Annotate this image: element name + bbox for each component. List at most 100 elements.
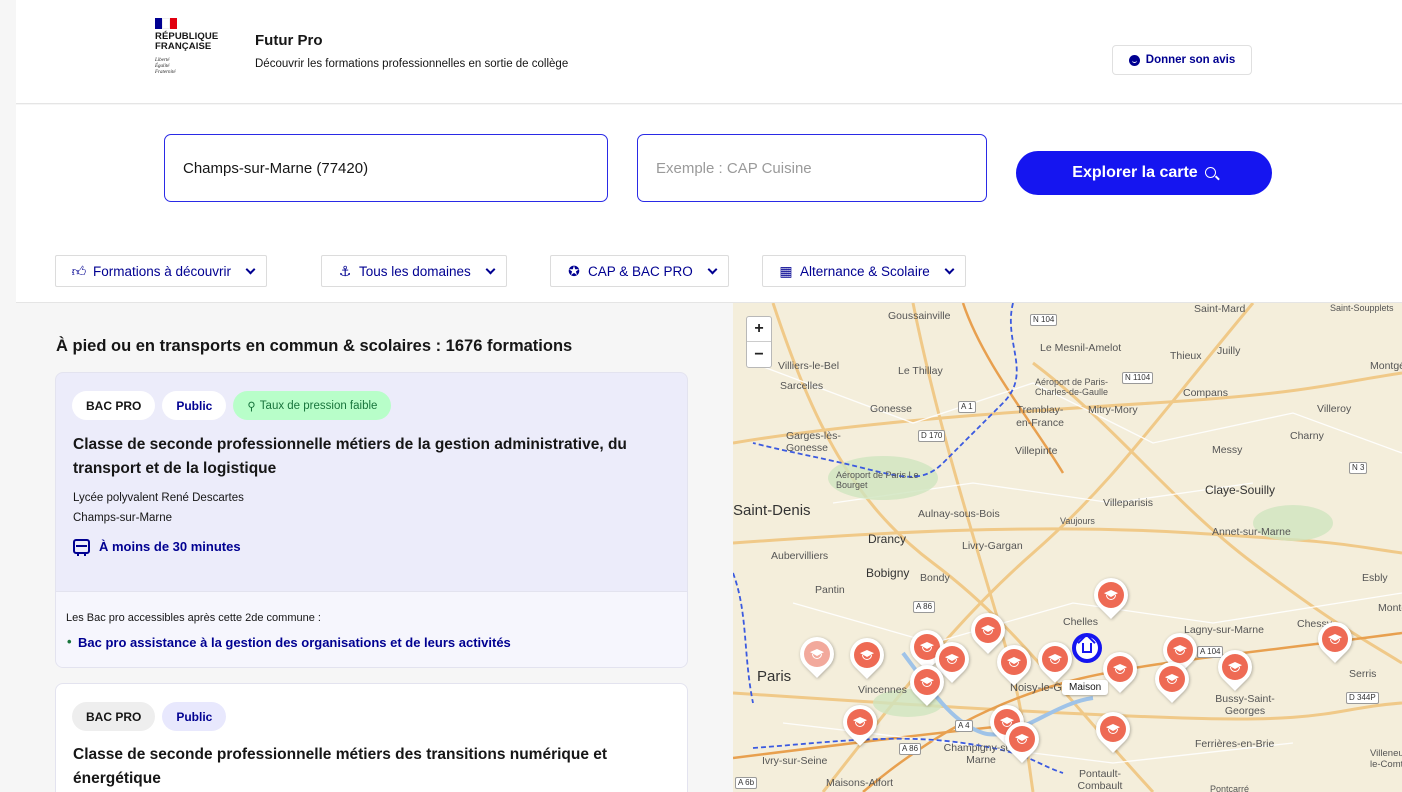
road-sign: N 3 <box>1349 462 1368 474</box>
zoom-out-button[interactable]: − <box>747 342 771 367</box>
zoom-in-button[interactable]: + <box>747 317 771 342</box>
map-place-label: Vaujours <box>1060 516 1095 526</box>
sector-tag: Public <box>162 391 227 420</box>
map-place-label: Esbly <box>1362 572 1388 584</box>
formation-map-marker[interactable] <box>1030 634 1080 684</box>
search-icon <box>1204 166 1216 178</box>
home-location-label: Maison <box>1062 680 1109 695</box>
building-icon: ▦ <box>779 262 793 279</box>
anchor-icon: ⚓︎ <box>338 262 352 279</box>
formation-title[interactable]: Classe de seconde professionnelle métier… <box>73 433 673 481</box>
map-place-label: Montévrain <box>1378 602 1402 614</box>
map-place-label: Goussainville <box>888 310 951 322</box>
home-location-marker[interactable] <box>1072 633 1102 663</box>
map-place-label: Aulnay-sous-Bois <box>918 508 1000 520</box>
map-place-label: Le Thillay <box>898 365 943 377</box>
filter-formations-label: Formations à découvrir <box>93 263 232 279</box>
feedback-button[interactable]: Donner son avis <box>1112 45 1252 75</box>
formation-map-marker[interactable] <box>1088 704 1138 754</box>
formation-map-marker[interactable] <box>1095 644 1145 694</box>
logo-motto-fraternite: Fraternité <box>155 70 176 75</box>
map-place-label: Aéroport de Paris Le Bourget <box>836 470 919 490</box>
map-place-label: Saint-Mard <box>1194 303 1246 315</box>
location-input-value: Champs-sur-Marne (77420) <box>183 159 369 177</box>
formation-map-marker[interactable] <box>835 697 885 747</box>
republique-francaise-logo[interactable]: RÉPUBLIQUE FRANÇAISE Liberté Égalité Fra… <box>155 18 235 88</box>
card-tags: BAC PRO Public <box>72 702 227 731</box>
formation-search-input[interactable]: Exemple : CAP Cuisine <box>637 134 987 202</box>
smile-icon <box>1128 54 1140 66</box>
thumb-up-icon: 👍︎ <box>71 262 87 279</box>
road-sign: A 86 <box>913 601 936 613</box>
map-place-label: Pontcarré <box>1210 784 1250 792</box>
map-place-label: Drancy <box>868 532 907 546</box>
road-sign: A 6b <box>735 777 758 789</box>
formation-map-marker[interactable] <box>1210 642 1260 692</box>
map-place-label: Aéroport de Paris-Charles-de-Gaulle <box>1035 377 1109 397</box>
formation-map-marker[interactable] <box>1147 654 1197 704</box>
formation-card[interactable]: BAC PRO Public Classe de seconde profess… <box>55 683 688 792</box>
site-title[interactable]: Futur Pro <box>255 32 323 49</box>
filter-diplome-label: CAP & BAC PRO <box>588 263 693 279</box>
map-place-label: Vincennes <box>858 684 907 696</box>
formation-title[interactable]: Classe de seconde professionnelle métier… <box>73 743 673 791</box>
map-place-label: Serris <box>1349 668 1377 680</box>
chevron-down-icon <box>944 264 955 275</box>
map-place-label: Sarcelles <box>780 380 824 392</box>
map-place-label: Bondy <box>920 572 950 584</box>
location-input[interactable]: Champs-sur-Marne (77420) <box>164 134 608 202</box>
filter-domaines-dropdown[interactable]: ⚓︎ Tous les domaines <box>321 255 507 287</box>
results-count-title: À pied ou en transports en commun & scol… <box>56 337 573 355</box>
formation-card[interactable]: BAC PRO Public ⚲ Taux de pression faible… <box>55 372 688 668</box>
formation-map-marker[interactable] <box>842 630 892 680</box>
filter-alternance-dropdown[interactable]: ▦ Alternance & Scolaire <box>762 255 966 287</box>
school-city: Champs-sur-Marne <box>73 512 173 524</box>
pressure-rate-tag: ⚲ Taux de pression faible <box>233 391 392 420</box>
followup-link[interactable]: Bac pro assistance à la gestion des orga… <box>67 634 511 650</box>
diploma-tag: BAC PRO <box>72 702 156 731</box>
map-place-label: Ferrières-en-Brie <box>1195 738 1275 750</box>
map-place-label: Mitry-Mory <box>1088 404 1138 416</box>
road-sign: N 1104 <box>1122 372 1154 384</box>
formation-search-placeholder: Exemple : CAP Cuisine <box>656 159 812 177</box>
map-place-label: Chelles <box>1063 616 1099 628</box>
chevron-down-icon <box>245 264 256 275</box>
explore-map-button-label: Explorer la carte <box>1072 164 1198 181</box>
map-place-label: Maisons-Alfort <box>826 777 894 789</box>
map-place-label: Pantin <box>815 584 845 596</box>
map-place-label: Claye-Souilly <box>1205 483 1276 497</box>
french-flag-icon <box>155 18 178 29</box>
map-place-label: Charny <box>1290 430 1324 442</box>
formation-map-marker[interactable] <box>902 657 952 707</box>
map-place-label: Bussy-Saint-Georges <box>1215 693 1275 717</box>
formation-map-marker[interactable] <box>989 637 1039 687</box>
map-place-label: Montgé <box>1370 360 1402 372</box>
map-place-label: Aubervilliers <box>771 550 829 562</box>
filter-diplome-dropdown[interactable]: ✪ CAP & BAC PRO <box>550 255 729 287</box>
road-sign: A 4 <box>955 720 973 732</box>
map-place-label: Thieux <box>1170 350 1202 362</box>
map-place-label: Bobigny <box>866 566 910 580</box>
transport-time-label: À moins de 30 minutes <box>99 539 241 554</box>
formation-map-marker[interactable] <box>792 629 842 679</box>
map-place-label: Villeneuve-le-Comte <box>1370 748 1402 770</box>
followup-box: Les Bac pro accessibles après cette 2de … <box>56 591 687 667</box>
map-place-label: Pontault-Combault <box>1077 768 1123 792</box>
map-place-label: Juilly <box>1217 345 1241 357</box>
map-zoom-control: + − <box>746 316 772 368</box>
road-sign: A 86 <box>899 743 922 755</box>
pressure-gauge-icon: ⚲ <box>247 400 256 413</box>
chevron-down-icon <box>707 264 718 275</box>
card-tags: BAC PRO Public ⚲ Taux de pression faible <box>72 391 392 420</box>
logo-text-line2: FRANÇAISE <box>155 41 212 52</box>
map-place-label: Villepinte <box>1015 445 1058 457</box>
formation-map-marker[interactable] <box>997 714 1047 764</box>
explore-map-button[interactable]: Explorer la carte <box>1016 151 1272 195</box>
award-icon: ✪ <box>568 262 580 279</box>
formation-map-marker[interactable] <box>1086 570 1136 620</box>
filter-formations-dropdown[interactable]: 👍︎ Formations à découvrir <box>55 255 268 287</box>
map-place-label: Saint-Soupplets <box>1330 303 1394 313</box>
school-name: Lycée polyvalent René Descartes <box>73 492 244 504</box>
filter-domaines-label: Tous les domaines <box>359 263 471 279</box>
formation-map-marker[interactable] <box>1310 614 1360 664</box>
